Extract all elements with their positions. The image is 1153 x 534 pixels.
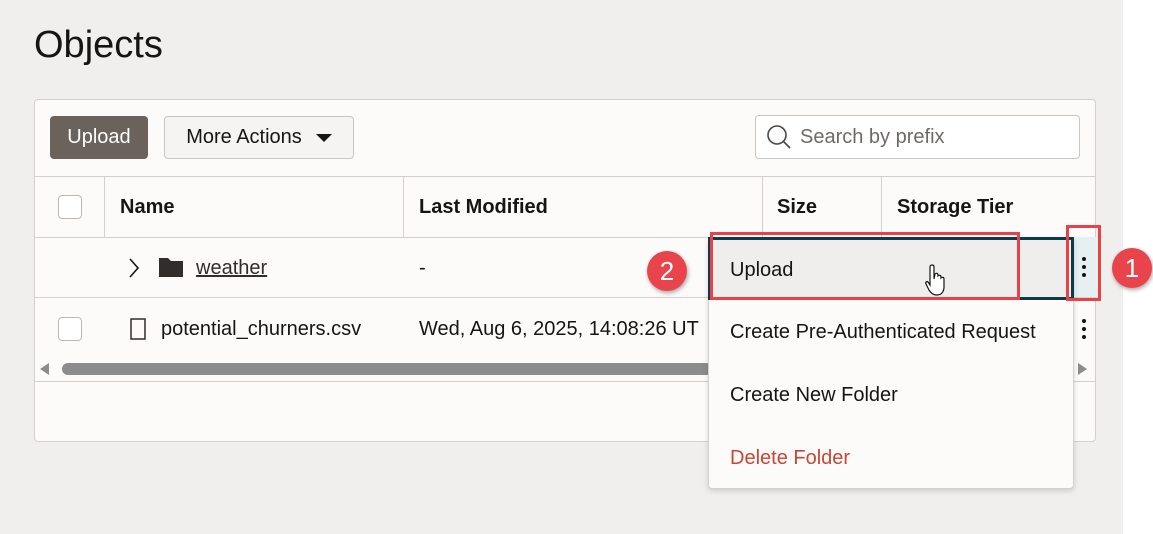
column-header-size[interactable]: Size (777, 196, 817, 219)
folder-icon (159, 258, 183, 277)
more-actions-button[interactable]: More Actions (164, 116, 354, 159)
caret-down-icon (315, 133, 332, 142)
search-icon (767, 125, 791, 149)
horizontal-scrollbar-thumb[interactable] (62, 363, 712, 375)
scroll-left-arrow[interactable] (40, 363, 49, 375)
more-actions-label: More Actions (186, 126, 302, 148)
select-all-checkbox[interactable] (58, 195, 82, 219)
last-modified-cell: - (419, 257, 426, 279)
divider (35, 176, 1095, 177)
search-box[interactable] (755, 115, 1080, 159)
column-header-storage-tier[interactable]: Storage Tier (897, 196, 1013, 219)
menu-item-create-par[interactable]: Create Pre-Authenticated Request (730, 321, 1036, 344)
highlight-box-upload (710, 232, 1020, 300)
column-divider (104, 176, 105, 237)
column-header-last-modified[interactable]: Last Modified (419, 196, 548, 219)
step-badge-1: 1 (1112, 248, 1152, 288)
upload-button[interactable]: Upload (50, 116, 148, 159)
column-divider (881, 176, 882, 237)
kebab-menu-icon[interactable] (1082, 319, 1086, 339)
file-icon (130, 318, 146, 340)
folder-link-weather[interactable]: weather (196, 257, 267, 280)
column-header-name[interactable]: Name (120, 196, 174, 219)
search-input[interactable] (800, 125, 1070, 149)
scroll-right-arrow[interactable] (1078, 363, 1087, 375)
page-title: Objects (34, 24, 163, 66)
last-modified-cell: Wed, Aug 6, 2025, 14:08:26 UT (419, 318, 699, 340)
row-checkbox[interactable] (58, 317, 82, 341)
column-divider (762, 176, 763, 237)
step-badge-2: 2 (647, 251, 687, 291)
file-name-cell[interactable]: potential_churners.csv (161, 318, 361, 341)
menu-item-delete-folder[interactable]: Delete Folder (730, 447, 850, 470)
highlight-box-kebab (1066, 225, 1101, 301)
column-divider (403, 176, 404, 237)
chevron-right-icon[interactable] (128, 257, 140, 279)
menu-item-create-folder[interactable]: Create New Folder (730, 384, 898, 407)
